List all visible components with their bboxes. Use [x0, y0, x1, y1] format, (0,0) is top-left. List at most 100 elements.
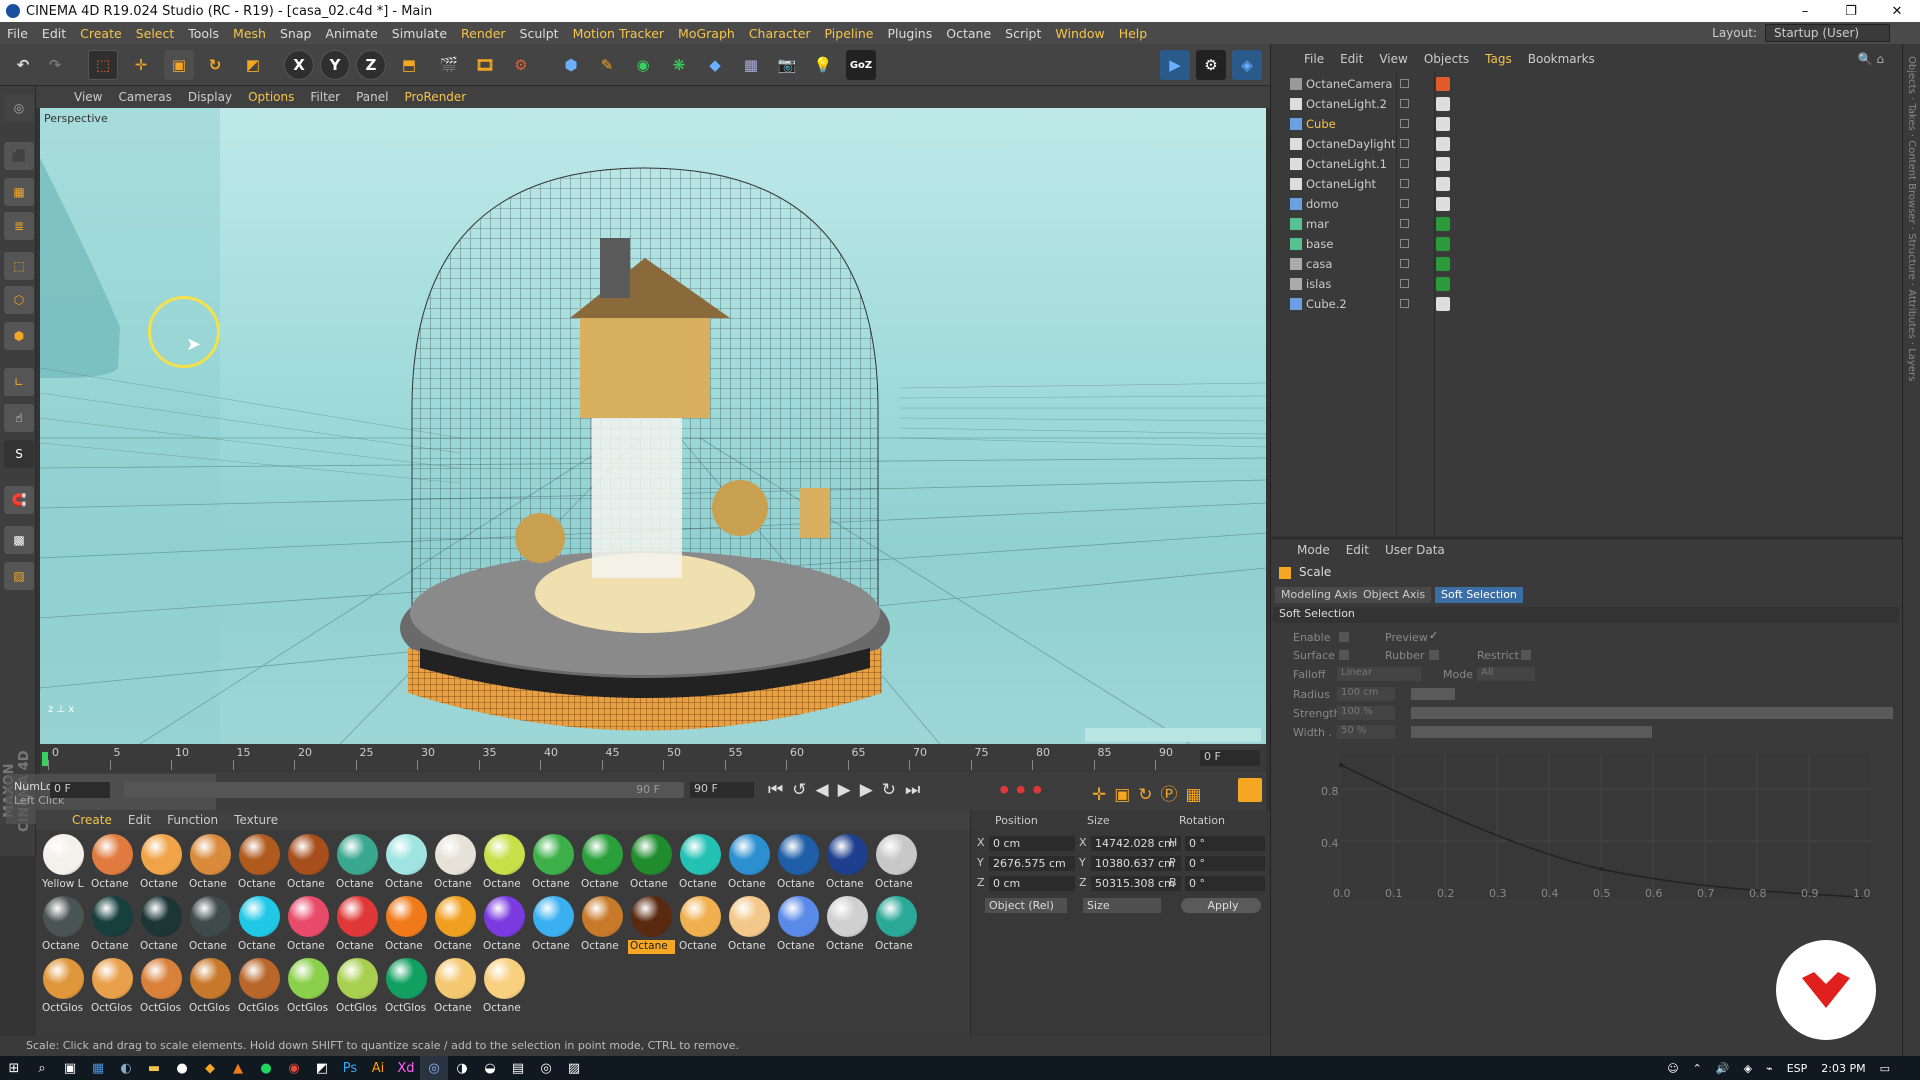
- object-tag-icon[interactable]: [1436, 237, 1450, 251]
- surface-checkbox[interactable]: [1339, 650, 1349, 660]
- material-swatch[interactable]: OctGlos: [334, 956, 381, 1016]
- material-swatch[interactable]: Octane: [530, 894, 577, 954]
- viewport-menu-display[interactable]: Display: [180, 90, 240, 104]
- side-tabs[interactable]: Objects · Takes · Content Browser · Stru…: [1903, 56, 1919, 381]
- visibility-toggle[interactable]: [1400, 179, 1409, 188]
- object-row[interactable]: Cube.2: [1270, 294, 1902, 314]
- material-swatch[interactable]: Octane: [726, 894, 773, 954]
- search-icon[interactable]: ⌕: [28, 1056, 56, 1080]
- timeline-layout-icon[interactable]: [1238, 778, 1262, 802]
- spotify-icon[interactable]: ●: [252, 1056, 280, 1080]
- octane-render-icon[interactable]: ◈: [1232, 50, 1262, 80]
- material-swatch[interactable]: Octane: [334, 894, 381, 954]
- rot-h-field[interactable]: 0 °: [1185, 836, 1265, 851]
- viewport-menu-view[interactable]: View: [66, 90, 110, 104]
- object-name[interactable]: OctaneLight.2: [1306, 97, 1387, 111]
- recent-tools-icon[interactable]: ◩: [238, 50, 268, 80]
- object-name[interactable]: OctaneDaylight: [1306, 137, 1396, 151]
- scale-tool-icon[interactable]: ▣: [164, 50, 194, 80]
- material-swatch[interactable]: Octane: [677, 894, 724, 954]
- cloner-icon[interactable]: ❋: [664, 50, 694, 80]
- minimize-button[interactable]: –: [1782, 0, 1828, 22]
- material-swatch[interactable]: Octane: [726, 832, 773, 892]
- object-tag-icon[interactable]: [1436, 97, 1450, 111]
- enable-checkbox[interactable]: [1339, 632, 1349, 642]
- material-swatch[interactable]: Octane: [579, 894, 626, 954]
- material-swatch[interactable]: Octane: [873, 832, 920, 892]
- strength-slider[interactable]: [1411, 707, 1893, 719]
- material-swatch[interactable]: OctGlos: [285, 956, 332, 1016]
- object-name[interactable]: OctaneLight.1: [1306, 157, 1387, 171]
- playback-controls[interactable]: ⏮↺◀▶▶↻⏭: [768, 780, 929, 800]
- visibility-toggle[interactable]: [1400, 219, 1409, 228]
- chrome-icon[interactable]: ◉: [280, 1056, 308, 1080]
- menu-window[interactable]: Window: [1048, 26, 1111, 41]
- object-tag-icon[interactable]: [1436, 157, 1450, 171]
- object-tag-icon[interactable]: [1436, 77, 1450, 91]
- store-icon[interactable]: ▦: [84, 1056, 112, 1080]
- visibility-toggle[interactable]: [1400, 279, 1409, 288]
- visibility-toggle[interactable]: [1400, 299, 1409, 308]
- cube-primitive-icon[interactable]: ⬢: [556, 50, 586, 80]
- object-name[interactable]: OctaneCamera: [1306, 77, 1392, 91]
- app-icon-6[interactable]: ◒: [476, 1056, 504, 1080]
- subdivision-icon[interactable]: ◉: [628, 50, 658, 80]
- object-row[interactable]: Cube: [1270, 114, 1902, 134]
- layout-dropdown[interactable]: Startup (User): [1765, 24, 1890, 42]
- object-row[interactable]: OctaneCamera: [1270, 74, 1902, 94]
- app-icon-1[interactable]: ◐: [112, 1056, 140, 1080]
- pos-x-field[interactable]: 0 cm: [989, 836, 1075, 851]
- camera-icon[interactable]: 📷: [772, 50, 802, 80]
- coordinate-mode-dropdown[interactable]: Object (Rel): [985, 898, 1067, 913]
- material-swatch[interactable]: Octane: [236, 894, 283, 954]
- material-swatch[interactable]: Octane: [873, 894, 920, 954]
- material-swatch[interactable]: Octane: [432, 956, 479, 1016]
- material-swatch[interactable]: Octane: [628, 832, 675, 892]
- width-slider[interactable]: [1411, 726, 1652, 738]
- attr-menu-edit[interactable]: Edit: [1346, 543, 1369, 557]
- menu-octane[interactable]: Octane: [939, 26, 998, 41]
- pos-y-field[interactable]: 2676.575 cm: [989, 856, 1075, 871]
- tab-object-axis[interactable]: Object Axis: [1357, 587, 1432, 603]
- visibility-toggle[interactable]: [1400, 259, 1409, 268]
- app-icon-3[interactable]: ◆: [196, 1056, 224, 1080]
- material-menu-edit[interactable]: Edit: [120, 813, 159, 827]
- object-menu-objects[interactable]: Objects: [1416, 52, 1477, 66]
- deformer-icon[interactable]: ◆: [700, 50, 730, 80]
- menu-simulate[interactable]: Simulate: [385, 26, 454, 41]
- material-swatch[interactable]: Yellow L: [40, 832, 87, 892]
- axis-mode-icon[interactable]: ∟: [4, 368, 34, 396]
- make-editable-icon[interactable]: ◎: [4, 94, 34, 122]
- edges-mode-icon[interactable]: ⬡: [4, 286, 34, 314]
- object-tag-icon[interactable]: [1436, 257, 1450, 271]
- menu-create[interactable]: Create: [73, 26, 129, 41]
- maximize-button[interactable]: ❐: [1828, 0, 1874, 22]
- texture-mode-icon[interactable]: ▦: [4, 178, 34, 206]
- playhead[interactable]: [42, 752, 48, 766]
- material-swatch[interactable]: Octane: [432, 894, 479, 954]
- menu-edit[interactable]: Edit: [35, 26, 73, 41]
- volume-icon[interactable]: 🔊: [1716, 1062, 1730, 1075]
- redo-icon[interactable]: ↷: [40, 50, 70, 80]
- tab-soft-selection[interactable]: Soft Selection: [1435, 587, 1523, 603]
- key-filter-icons[interactable]: ✛▣↻Ⓟ▦: [1092, 780, 1210, 805]
- mode-dropdown[interactable]: All: [1477, 667, 1535, 681]
- cinema4d-task-icon[interactable]: ◎: [420, 1056, 448, 1080]
- object-row[interactable]: OctaneLight: [1270, 174, 1902, 194]
- clock[interactable]: 2:03 PM: [1821, 1062, 1865, 1075]
- frame-range-slider[interactable]: 90 F: [124, 782, 684, 798]
- width-field[interactable]: 50 %: [1337, 725, 1395, 739]
- object-name[interactable]: domo: [1306, 197, 1339, 211]
- material-swatch[interactable]: OctGlos: [383, 956, 430, 1016]
- app-icon-5[interactable]: ◑: [448, 1056, 476, 1080]
- object-row[interactable]: casa: [1270, 254, 1902, 274]
- close-button[interactable]: ✕: [1874, 0, 1920, 22]
- light-icon[interactable]: 💡: [808, 50, 838, 80]
- people-icon[interactable]: ☺: [1667, 1062, 1678, 1075]
- material-swatch[interactable]: Octane: [89, 894, 136, 954]
- menu-snap[interactable]: Snap: [273, 26, 318, 41]
- material-swatch[interactable]: Octane: [285, 832, 332, 892]
- planar-workplane-icon[interactable]: ▨: [4, 562, 34, 590]
- task-view-icon[interactable]: ▣: [56, 1056, 84, 1080]
- object-menu-view[interactable]: View: [1371, 52, 1415, 66]
